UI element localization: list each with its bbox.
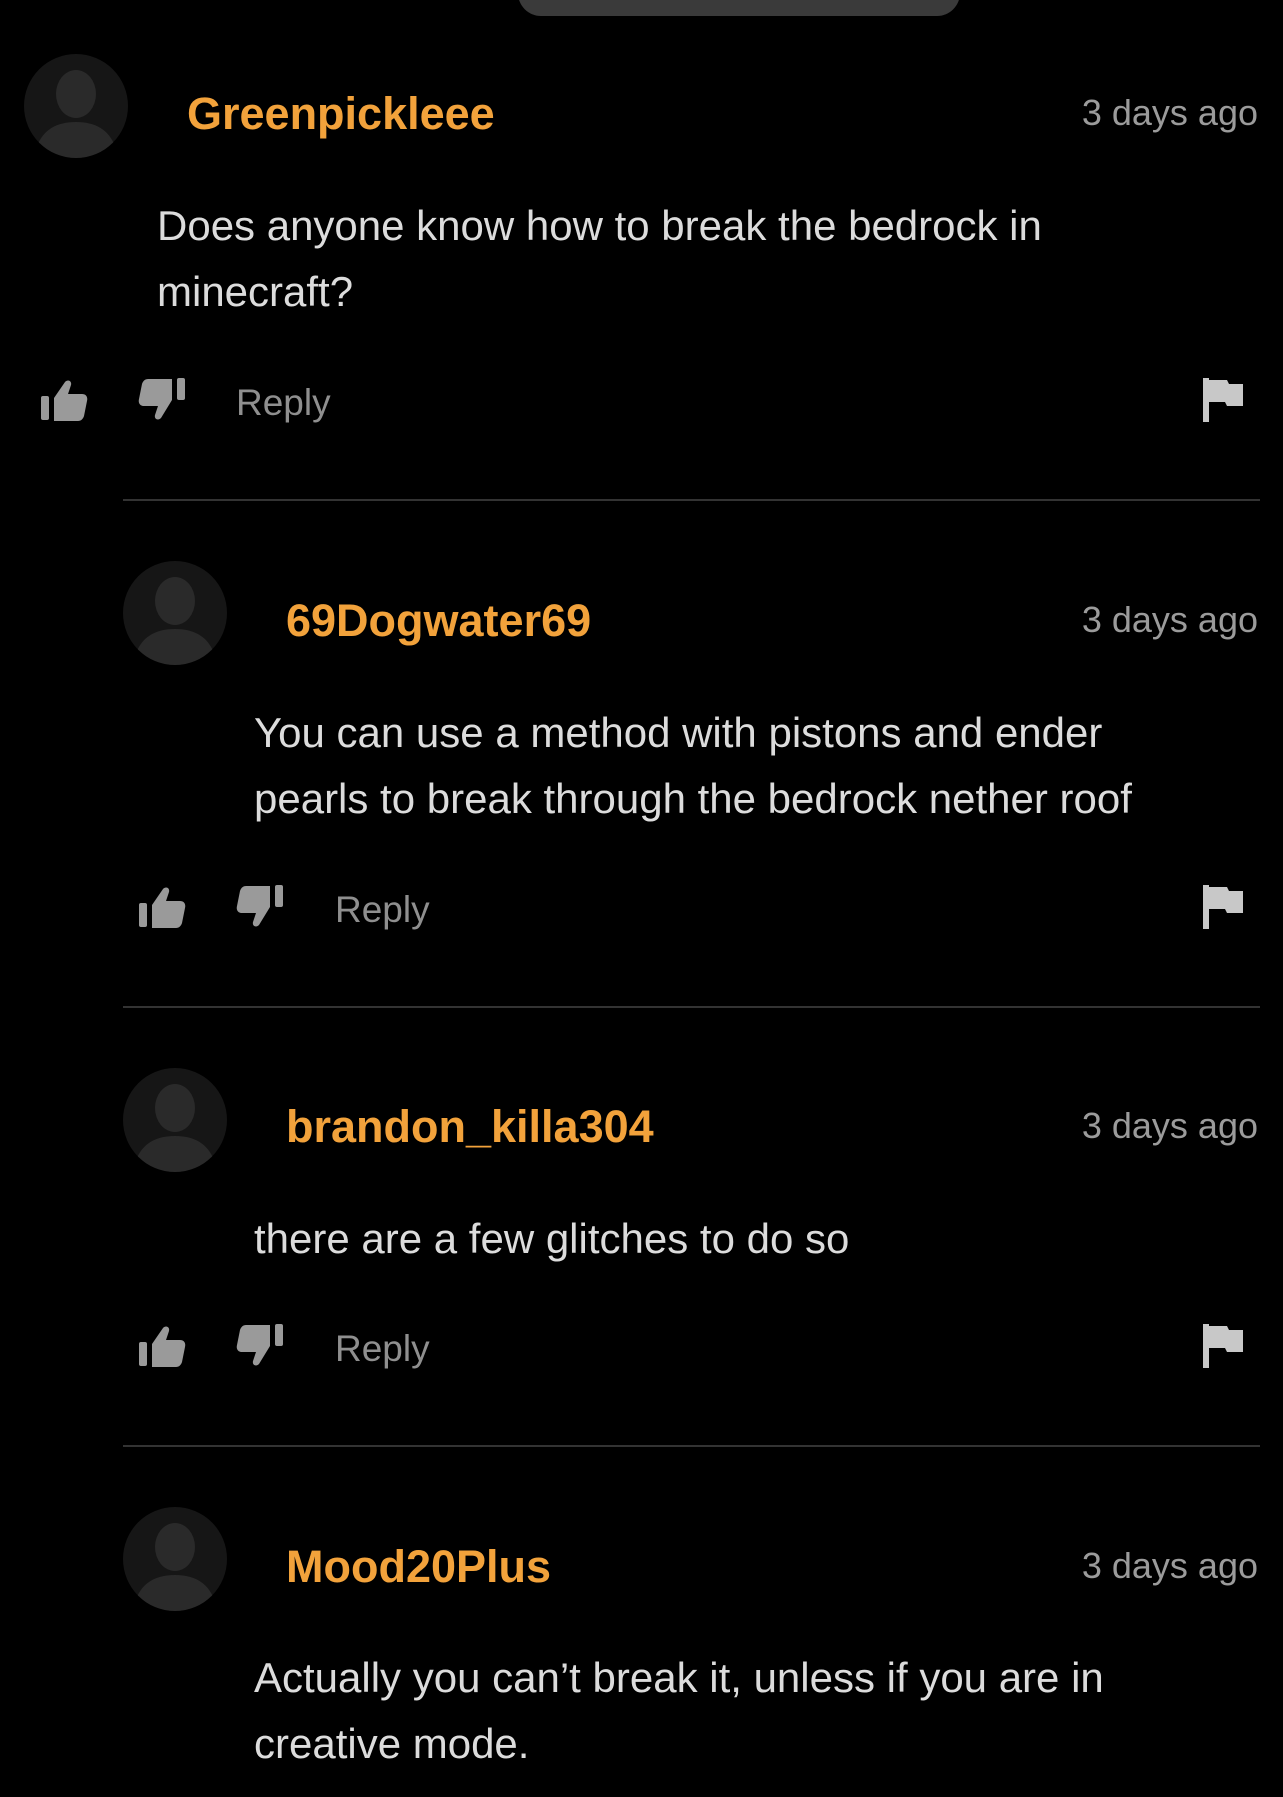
comment-body: there are a few glitches to do so xyxy=(254,1206,1254,1272)
comment-text-line: there are a few glitches to do so xyxy=(254,1215,850,1262)
like-button[interactable] xyxy=(136,1322,188,1374)
comment-username[interactable]: 69Dogwater69 xyxy=(286,595,591,647)
thumbs-down-icon xyxy=(138,378,185,420)
comment-divider xyxy=(123,499,1260,501)
reply-button[interactable]: Reply xyxy=(236,382,331,424)
comment-timestamp: 3 days ago xyxy=(1081,599,1258,640)
comment-text-line: Actually you can’t break it, unless if y… xyxy=(254,1654,1104,1701)
comment-text-line: Does anyone know how to break the bedroc… xyxy=(157,202,1042,249)
dislike-button[interactable] xyxy=(234,1322,286,1374)
comment-actions: Reply xyxy=(0,1322,1283,1372)
thumbs-up-icon xyxy=(139,887,186,928)
reply-button[interactable]: Reply xyxy=(335,889,430,931)
user-silhouette-icon xyxy=(133,1084,217,1172)
avatar[interactable] xyxy=(123,1068,227,1172)
dislike-button[interactable] xyxy=(234,883,286,935)
dislike-button[interactable] xyxy=(136,376,188,428)
comment-text-line: You can use a method with pistons and en… xyxy=(254,709,1103,756)
report-button[interactable] xyxy=(1201,376,1245,424)
comment-timestamp: 3 days ago xyxy=(1081,1105,1258,1146)
avatar[interactable] xyxy=(123,1507,227,1611)
thumbs-down-icon xyxy=(236,885,283,927)
like-button[interactable] xyxy=(136,883,188,935)
comment-body: Does anyone know how to break the bedroc… xyxy=(157,193,1157,325)
user-silhouette-icon xyxy=(133,577,217,665)
user-silhouette-icon xyxy=(133,1523,217,1611)
comment-timestamp: 3 days ago xyxy=(1081,92,1258,133)
flag-icon xyxy=(1203,885,1243,929)
report-button[interactable] xyxy=(1201,1322,1245,1370)
thumbs-up-icon xyxy=(41,380,88,421)
comment-text-line: pearls to break through the bedrock neth… xyxy=(254,775,1132,822)
avatar[interactable] xyxy=(24,54,128,158)
top-handle xyxy=(518,0,960,16)
comment-username[interactable]: brandon_killa304 xyxy=(286,1101,654,1153)
comment-username[interactable]: Mood20Plus xyxy=(286,1541,551,1593)
comment-body: You can use a method with pistons and en… xyxy=(254,700,1254,832)
flag-icon xyxy=(1203,378,1243,422)
report-button[interactable] xyxy=(1201,883,1245,931)
flag-icon xyxy=(1203,1324,1243,1368)
comment-actions: Reply xyxy=(0,883,1283,933)
comment-divider xyxy=(123,1445,1260,1447)
comment-actions: Reply xyxy=(0,376,1283,426)
comment-divider xyxy=(123,1006,1260,1008)
like-button[interactable] xyxy=(38,376,90,428)
comment-username[interactable]: Greenpickleee xyxy=(187,88,495,140)
avatar[interactable] xyxy=(123,561,227,665)
reply-button[interactable]: Reply xyxy=(335,1328,430,1370)
comment-text-line: creative mode. xyxy=(254,1720,530,1767)
comment-body: Actually you can’t break it, unless if y… xyxy=(254,1645,1254,1777)
comment-text-line: minecraft? xyxy=(157,268,354,315)
thumbs-down-icon xyxy=(236,1324,283,1366)
comment-timestamp: 3 days ago xyxy=(1081,1545,1258,1586)
user-silhouette-icon xyxy=(34,70,118,158)
thumbs-up-icon xyxy=(139,1326,186,1367)
